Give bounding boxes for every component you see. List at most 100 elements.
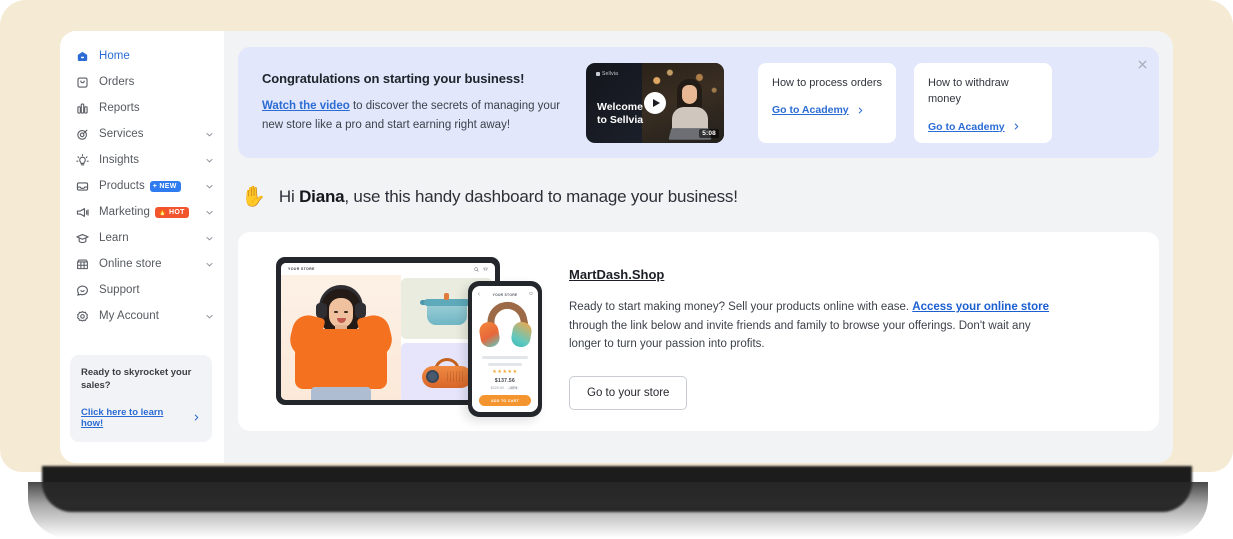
academy-card-process-orders[interactable]: How to process orders Go to Academy <box>758 62 896 143</box>
chevron-down-icon[interactable] <box>205 156 214 165</box>
sidebar-item-label: Reports <box>99 102 140 114</box>
chevron-right-icon <box>192 413 201 422</box>
go-to-academy-link[interactable]: Go to Academy <box>772 104 865 116</box>
waving-hand-icon: ✋ <box>241 186 266 208</box>
sellvia-logo-text: Sellvia <box>602 70 619 77</box>
welcome-video-thumbnail[interactable]: Sellvia Welcome to Sellvia 5:08 <box>586 62 724 143</box>
store-desc-part1: Ready to start making money? Sell your p… <box>569 301 913 313</box>
video-title-line1: Welcome <box>597 100 643 113</box>
fire-icon: 🔥 <box>157 208 167 216</box>
chevron-right-icon <box>856 106 865 115</box>
sidebar-item-orders[interactable]: Orders <box>60 69 224 95</box>
hero-product-photo <box>281 275 401 400</box>
academy-card-withdraw-money[interactable]: How to withdraw money Go to Academy <box>914 62 1052 143</box>
chevron-down-icon[interactable] <box>205 260 214 269</box>
model-figure <box>285 285 397 400</box>
banner-text-block: Congratulations on starting your busines… <box>262 71 562 134</box>
product-old-price: $229.00 <box>490 386 504 390</box>
reports-icon <box>74 100 90 116</box>
sidebar-item-support[interactable]: Support <box>60 277 224 303</box>
cart-icon <box>529 292 533 297</box>
chevron-down-icon[interactable] <box>205 208 214 217</box>
pot-illustration <box>419 291 474 326</box>
gear-icon <box>74 308 90 324</box>
go-to-academy-label: Go to Academy <box>928 120 1005 133</box>
storefront-icon <box>74 256 90 272</box>
greeting-suffix: , use this handy dashboard to manage you… <box>344 187 738 206</box>
chat-smile-icon <box>74 282 90 298</box>
product-price: $137.56 <box>494 378 516 384</box>
promo-title: Ready to skyrocket your sales? <box>81 367 192 391</box>
sidebar-item-label: Home <box>99 50 130 62</box>
chevron-down-icon[interactable] <box>205 312 214 321</box>
phone-store-logo: YOUR STORE <box>492 292 518 297</box>
watch-video-link[interactable]: Watch the video <box>262 100 350 112</box>
graduation-icon <box>74 230 90 246</box>
badge-hot: 🔥 HOT <box>154 206 189 218</box>
onboarding-banner: Congratulations on starting your busines… <box>238 47 1159 158</box>
tablet-header-icons <box>474 266 488 272</box>
sidebar-item-online-store[interactable]: Online store <box>60 251 224 277</box>
go-to-academy-link[interactable]: Go to Academy <box>928 121 1021 133</box>
sidebar-item-label: Products <box>99 180 145 192</box>
chevron-down-icon[interactable] <box>205 130 214 139</box>
device-shadow-fade <box>28 482 1208 538</box>
sidebar-promo-card[interactable]: Ready to skyrocket your sales? Click her… <box>70 355 212 442</box>
sidebar-item-services[interactable]: Services <box>60 121 224 147</box>
close-icon[interactable] <box>1134 56 1150 72</box>
promo-link[interactable]: Click here to learn how! <box>81 407 201 429</box>
academy-card-title: How to process orders <box>772 76 883 89</box>
sidebar-item-insights[interactable]: Insights <box>60 147 224 173</box>
store-name-link[interactable]: MartDash.Shop <box>569 267 664 282</box>
store-description: Ready to start making money? Sell your p… <box>569 298 1061 354</box>
greeting-row: ✋ Hi Diana, use this handy dashboard to … <box>238 187 1159 207</box>
go-to-academy-label: Go to Academy <box>772 104 849 116</box>
banner-title: Congratulations on starting your busines… <box>262 70 525 86</box>
add-to-cart-button[interactable]: ADD TO CART <box>479 395 531 406</box>
back-arrow-icon <box>477 292 481 297</box>
sidebar-item-label: My Account <box>99 310 159 322</box>
headphones-illustration <box>477 298 535 352</box>
product-old-price-row: $229.00 -40% <box>477 386 533 390</box>
megaphone-icon <box>74 204 90 220</box>
sidebar-item-my-account[interactable]: My Account <box>60 303 224 329</box>
play-icon[interactable] <box>644 91 666 114</box>
sidebar-item-products[interactable]: Products + NEW <box>60 173 224 199</box>
sidebar-item-label: Services <box>99 128 144 140</box>
store-copy: MartDash.Shop Ready to start making mone… <box>548 249 1061 411</box>
video-title-line2: to Sellvia <box>597 114 644 127</box>
lightbulb-icon <box>74 152 90 168</box>
sidebar-item-learn[interactable]: Learn <box>60 225 224 251</box>
speaker-illustration <box>421 357 472 388</box>
promo-link-label: Click here to learn how! <box>81 406 164 429</box>
tablet-mockup: YOUR STORE <box>276 257 500 405</box>
sidebar-item-reports[interactable]: Reports <box>60 95 224 121</box>
rating-stars: ★★★★★ <box>492 369 518 375</box>
page-title: Hi Diana, use this handy dashboard to ma… <box>279 187 738 207</box>
sidebar-item-home[interactable]: Home <box>60 43 224 69</box>
chevron-down-icon[interactable] <box>205 182 214 191</box>
sellvia-logo: Sellvia <box>596 71 618 77</box>
sidebar-item-marketing[interactable]: Marketing 🔥 HOT <box>60 199 224 225</box>
store-illustration: YOUR STORE YOUR STORE ★★★★★ $137.56 $229… <box>258 245 548 420</box>
main-content: Congratulations on starting your busines… <box>224 31 1173 463</box>
sidebar-item-label: Learn <box>99 232 129 244</box>
sidebar-item-label: Insights <box>99 154 140 166</box>
sidebar: Home Orders Reports Services Insights Pr… <box>60 31 224 463</box>
access-online-store-link[interactable]: Access your online store <box>912 301 1049 313</box>
badge-new: + NEW <box>149 180 181 192</box>
go-to-your-store-button[interactable]: Go to your store <box>569 376 688 411</box>
phone-mockup: YOUR STORE ★★★★★ $137.56 $229.00 -40% AD… <box>468 281 542 417</box>
video-duration: 5:08 <box>699 128 719 138</box>
video-title: Welcome to Sellvia <box>597 101 643 128</box>
chevron-right-icon <box>1012 122 1021 131</box>
store-desc-part2: through the link below and invite friend… <box>569 319 1031 351</box>
screenshot-root: Home Orders Reports Services Insights Pr… <box>0 0 1233 539</box>
target-icon <box>74 126 90 142</box>
chevron-down-icon[interactable] <box>205 234 214 243</box>
orders-icon <box>74 74 90 90</box>
banner-body: Watch the video to discover the secrets … <box>262 97 562 134</box>
academy-cards: How to process orders Go to Academy How … <box>758 62 1052 143</box>
tablet-store-logo: YOUR STORE <box>288 267 315 271</box>
sidebar-item-label: Marketing <box>99 206 150 218</box>
